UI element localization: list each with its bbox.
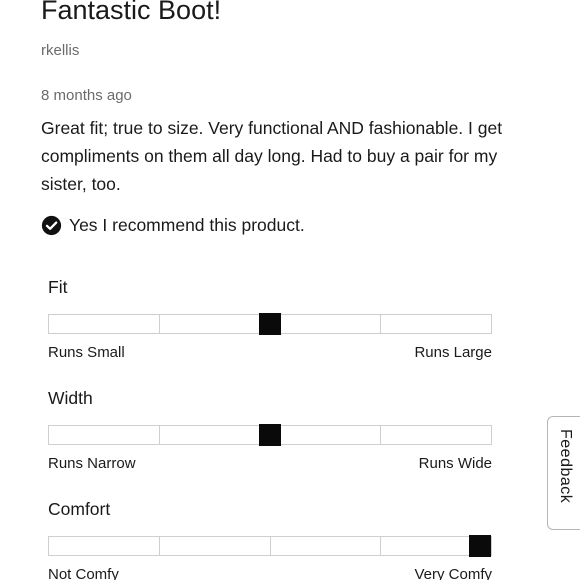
rating-segment bbox=[159, 314, 271, 334]
rating-segment bbox=[270, 314, 381, 334]
rating-segment bbox=[270, 425, 381, 445]
review-body: Great fit; true to size. Very functional… bbox=[41, 118, 503, 194]
rating-segment bbox=[380, 314, 492, 334]
rating-segment bbox=[48, 536, 160, 556]
rating-high-label: Runs Wide bbox=[418, 455, 492, 472]
rating-segment bbox=[270, 536, 381, 556]
feedback-tab[interactable]: Feedback bbox=[547, 416, 580, 530]
rating-fit: Fit Runs Small Runs Large bbox=[48, 275, 492, 361]
rating-high-label: Runs Large bbox=[414, 344, 492, 361]
rating-track bbox=[48, 313, 492, 335]
rating-segment bbox=[380, 425, 492, 445]
rating-segment bbox=[48, 314, 160, 334]
rating-marker bbox=[259, 424, 281, 446]
rating-label: Fit bbox=[48, 277, 68, 297]
review-title: Fantastic Boot! bbox=[41, 0, 222, 25]
rating-high-label: Very Comfy bbox=[414, 566, 492, 580]
rating-marker bbox=[469, 535, 491, 557]
feedback-label: Feedback bbox=[557, 429, 574, 504]
recommendation: Yes I recommend this product. bbox=[41, 213, 305, 237]
check-circle-icon bbox=[41, 215, 62, 235]
recommendation-text: Yes I recommend this product. bbox=[69, 214, 305, 235]
rating-track bbox=[48, 535, 492, 557]
rating-segment bbox=[48, 425, 160, 445]
rating-segment bbox=[159, 425, 271, 445]
review-page: Fantastic Boot! rkellis 8 months ago Gre… bbox=[0, 0, 580, 580]
rating-marker bbox=[259, 313, 281, 335]
rating-label: Width bbox=[48, 388, 93, 408]
rating-width: Width Runs Narrow Runs Wide bbox=[48, 386, 492, 472]
rating-low-label: Not Comfy bbox=[48, 566, 119, 580]
rating-segment bbox=[159, 536, 271, 556]
rating-low-label: Runs Small bbox=[48, 344, 125, 361]
rating-comfort: Comfort Not Comfy Very Comfy bbox=[48, 497, 492, 580]
rating-label: Comfort bbox=[48, 499, 111, 519]
rating-track bbox=[48, 424, 492, 446]
rating-low-label: Runs Narrow bbox=[48, 455, 136, 472]
review-date: 8 months ago bbox=[41, 87, 132, 104]
review-author[interactable]: rkellis bbox=[41, 42, 79, 59]
